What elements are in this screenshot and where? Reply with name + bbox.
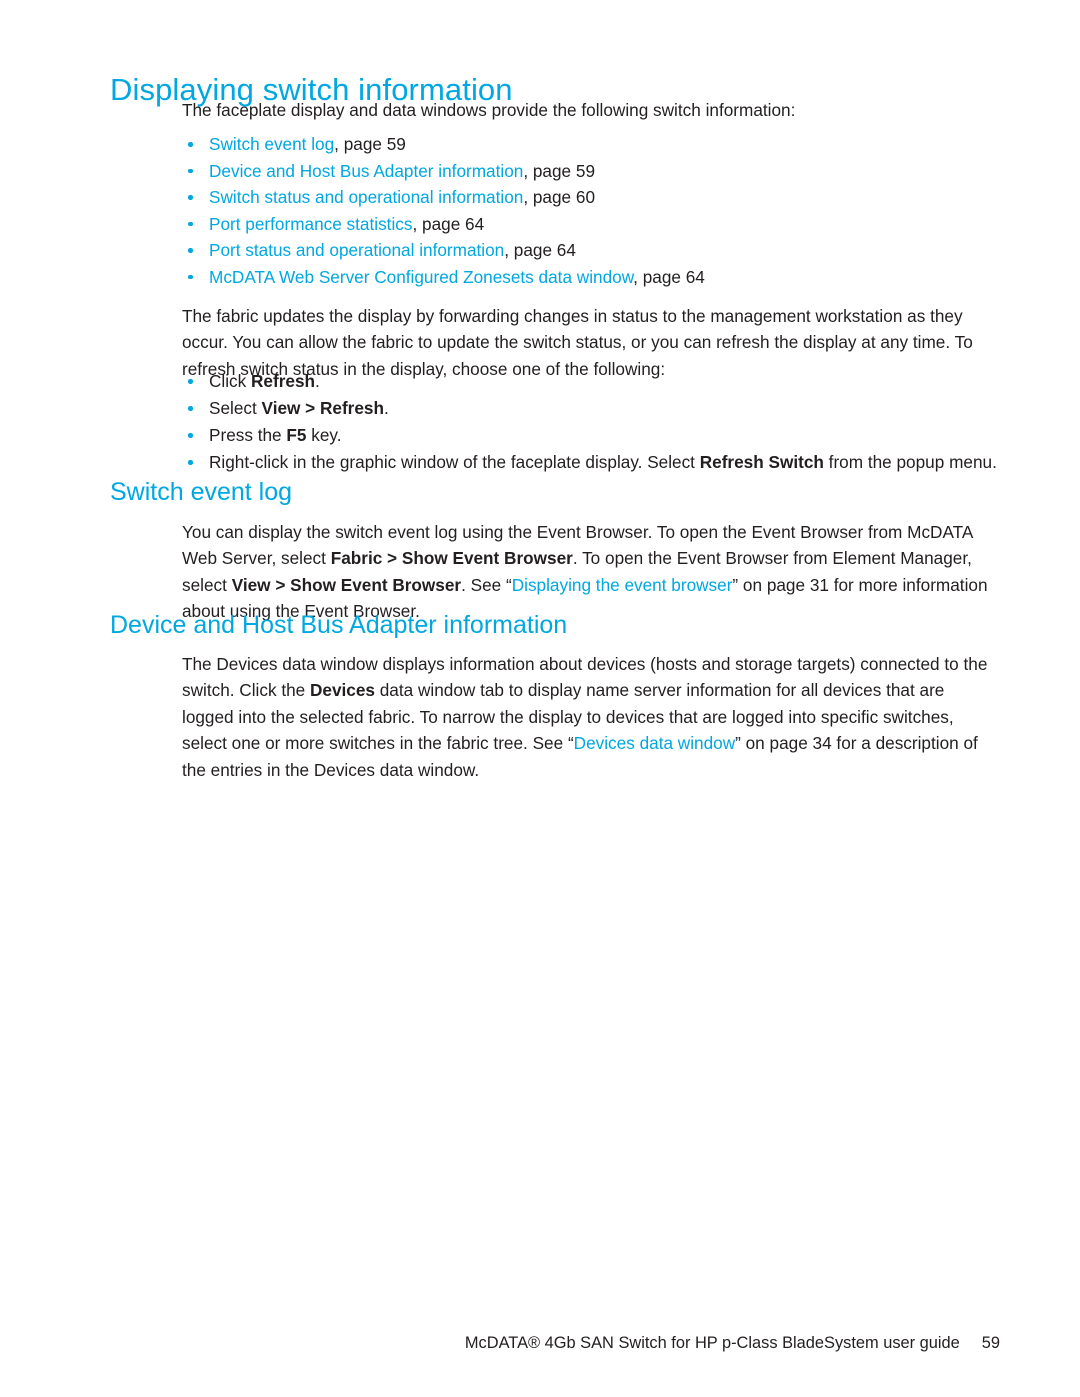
section-heading-switch-event-log: Switch event log — [110, 478, 293, 506]
page-reference: , page 64 — [633, 266, 705, 287]
bullet-dot-icon — [188, 168, 193, 173]
page-reference: , page 59 — [523, 160, 596, 181]
footer-guide-title: McDATA® 4Gb SAN Switch for HP p-Class Bl… — [464, 1334, 960, 1352]
list-item-content: Switch event log, page 59 — [209, 131, 1002, 157]
bullet-dot-icon — [188, 406, 193, 411]
cross-reference-link[interactable]: Switch event log — [209, 134, 334, 154]
list-item-content: Right-click in the graphic window of the… — [209, 449, 1002, 475]
ui-menu-path: Fabric > Show Event Browser — [330, 548, 573, 569]
cross-reference-link[interactable]: Devices data window — [574, 733, 735, 753]
list-item-content: Click Refresh. — [209, 368, 1002, 394]
page-reference: , page 64 — [412, 213, 485, 234]
document-page: Displaying switch information The facepl… — [0, 0, 1080, 1397]
cross-reference-link[interactable]: McDATA Web Server Configured Zonesets da… — [209, 267, 633, 287]
list-item: Select View > Refresh. — [182, 395, 1002, 422]
list-item-content: McDATA Web Server Configured Zonesets da… — [209, 264, 1002, 290]
page-reference: , page 64 — [504, 240, 576, 260]
list-item[interactable]: Port status and operational information,… — [182, 237, 1002, 264]
step-text-post: . — [315, 371, 320, 391]
page-reference: , page 60 — [523, 187, 596, 207]
bullet-dot-icon — [188, 195, 193, 200]
cross-reference-link[interactable]: Port status and operational information — [209, 240, 504, 260]
list-item[interactable]: Switch status and operational informatio… — [182, 184, 1002, 211]
list-item-content: Select View > Refresh. — [209, 395, 1002, 421]
bullet-dot-icon — [188, 460, 193, 465]
page-footer: McDATA® 4Gb SAN Switch for HP p-Class Bl… — [0, 1332, 1080, 1354]
bullet-dot-icon — [188, 248, 193, 253]
ui-menu-path: View > Show Event Browser — [231, 574, 462, 595]
step-text-post: from the popup menu. — [823, 452, 997, 472]
step-text-pre: Right-click in the graphic window of the… — [209, 452, 700, 472]
bullet-dot-icon — [188, 433, 193, 438]
list-item[interactable]: McDATA Web Server Configured Zonesets da… — [182, 264, 1002, 291]
list-item-content: Switch status and operational informatio… — [209, 184, 1002, 210]
list-item[interactable]: Switch event log, page 59 — [182, 131, 1002, 158]
paragraph-text: . See “ — [461, 574, 512, 595]
switch-event-log-paragraph: You can display the switch event log usi… — [182, 519, 1000, 625]
cross-reference-link[interactable]: Device and Host Bus Adapter information — [209, 161, 523, 181]
refresh-method-list: Click Refresh. Select View > Refresh. Pr… — [182, 368, 1002, 476]
step-text-post: . — [384, 398, 389, 418]
list-item: Click Refresh. — [182, 368, 1002, 395]
list-item-content: Press the F5 key. — [209, 422, 1002, 448]
ui-control-label: Refresh — [251, 371, 316, 391]
intro-paragraph: The faceplate display and data windows p… — [182, 97, 1000, 123]
page-reference: , page 59 — [334, 134, 406, 154]
list-item-content: Port status and operational information,… — [209, 237, 1002, 263]
bullet-dot-icon — [188, 142, 193, 147]
ui-control-label: F5 — [286, 425, 307, 445]
footer-page-number: 59 — [981, 1334, 1000, 1352]
list-item-content: Device and Host Bus Adapter information,… — [209, 158, 1002, 184]
list-item[interactable]: Device and Host Bus Adapter information,… — [182, 158, 1002, 185]
bullet-dot-icon — [188, 274, 193, 279]
cross-reference-link[interactable]: Switch status and operational informatio… — [209, 187, 523, 207]
ui-control-label: View > Refresh — [261, 398, 384, 418]
intro-paragraph-text: The faceplate display and data windows p… — [182, 100, 796, 120]
step-text-post: key. — [306, 425, 342, 445]
step-text-pre: Select — [209, 398, 262, 418]
device-hba-paragraph: The Devices data window displays informa… — [182, 651, 1000, 783]
cross-reference-link[interactable]: Port performance statistics — [209, 214, 412, 234]
topic-link-list: Switch event log, page 59 Device and Hos… — [182, 131, 1002, 290]
cross-reference-link[interactable]: Displaying the event browser — [512, 575, 733, 595]
list-item: Right-click in the graphic window of the… — [182, 449, 1002, 476]
bullet-dot-icon — [188, 379, 193, 384]
list-item[interactable]: Port performance statistics, page 64 — [182, 211, 1002, 238]
step-text-pre: Click — [209, 371, 252, 391]
ui-tab-label: Devices — [309, 680, 375, 701]
list-item-content: Port performance statistics, page 64 — [209, 211, 1002, 237]
bullet-dot-icon — [188, 221, 193, 226]
list-item: Press the F5 key. — [182, 422, 1002, 449]
ui-control-label: Refresh Switch — [699, 452, 824, 472]
section-heading-device-hba-information: Device and Host Bus Adapter information — [110, 611, 568, 639]
step-text-pre: Press the — [209, 425, 287, 445]
